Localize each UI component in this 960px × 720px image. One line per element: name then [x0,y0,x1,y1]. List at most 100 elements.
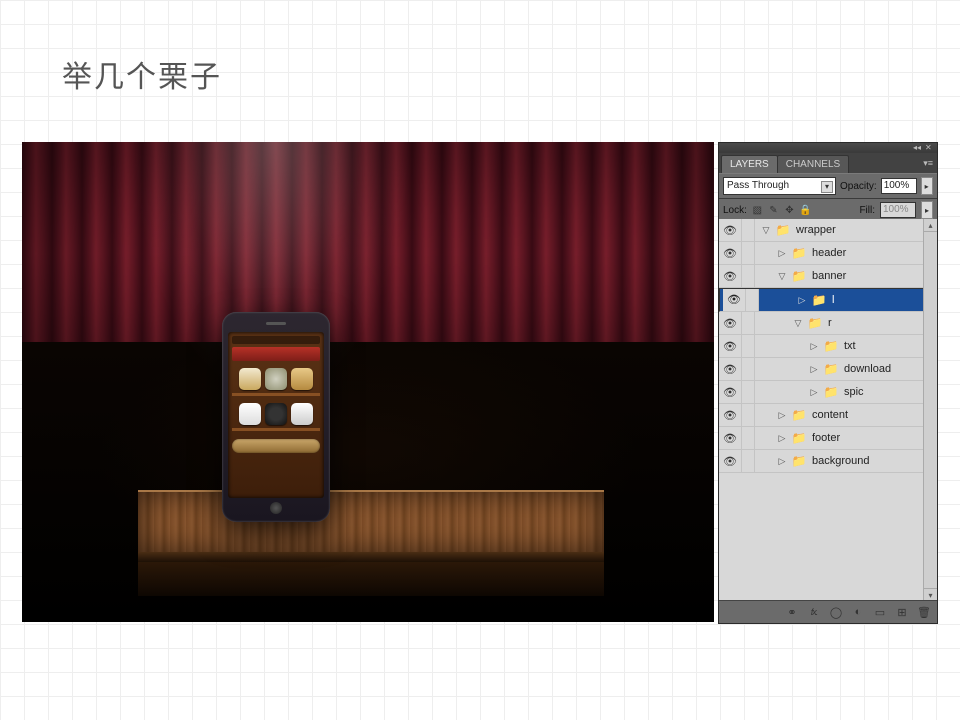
disclosure-triangle-icon[interactable]: ▽ [793,318,803,329]
panel-menu-icon[interactable]: ▾≡ [923,158,933,169]
tab-layers[interactable]: LAYERS [721,155,778,173]
link-column [742,242,755,264]
panel-tabs: LAYERS CHANNELS ▾≡ [719,153,937,173]
page-title: 举几个栗子 [62,52,222,96]
folder-icon: 📁 [823,386,839,398]
opacity-field[interactable]: 100% [881,178,917,194]
tree-scrollbar[interactable]: ▴ ▾ [923,219,937,601]
visibility-eye-icon[interactable]: 👁 [719,335,742,357]
disclosure-triangle-icon[interactable]: ▷ [809,341,819,352]
layer-row-content[interactable]: 👁 ▷ 📁 content [719,404,937,427]
lock-all-icon[interactable]: 🔒 [800,205,811,216]
panel-window-strip: ◂◂ ✕ [719,143,937,153]
layer-row-header[interactable]: 👁 ▷ 📁 header [719,242,937,265]
blend-opacity-row: Pass Through ▾ Opacity: 100% ▸ [719,173,937,199]
folder-icon: 📁 [791,432,807,444]
layer-row-txt[interactable]: 👁▷📁txt [719,335,937,358]
new-layer-icon[interactable]: ⊞ [895,605,909,619]
disclosure-triangle-icon[interactable]: ▷ [809,387,819,398]
new-group-icon[interactable]: ▭ [873,605,887,619]
folder-icon: 📁 [791,247,807,259]
link-column [742,404,755,426]
layer-tree: 👁▽📁wrapper👁▷📁header👁▽📁banner👁▷📁l👁▽📁r👁▷📁t… [719,219,937,601]
visibility-eye-icon[interactable]: 👁 [719,427,742,449]
visibility-eye-icon[interactable]: 👁 [719,404,742,426]
scroll-up-icon[interactable]: ▴ [924,219,937,232]
layers-panel: ◂◂ ✕ LAYERS CHANNELS ▾≡ Pass Through ▾ O… [718,142,938,624]
disclosure-triangle-icon[interactable]: ▽ [761,225,771,236]
panel-collapse-icon[interactable]: ◂◂ [913,144,921,152]
fill-label: Fill: [859,205,875,216]
lock-position-icon[interactable]: ✥ [784,205,795,216]
layer-row-background[interactable]: 👁 ▷ 📁 background [719,450,937,473]
layer-name: r [827,317,832,329]
layer-name: l [831,292,834,308]
layer-name: background [811,455,870,467]
lock-paint-icon[interactable]: ✎ [768,205,779,216]
visibility-eye-icon[interactable]: 👁 [719,242,742,264]
disclosure-triangle-icon[interactable]: ▷ [777,433,787,444]
layer-name: content [811,409,848,421]
phone-screen [228,332,324,498]
folder-icon: 📁 [823,363,839,375]
layer-row-r[interactable]: 👁▽📁r [719,312,937,335]
disclosure-triangle-icon[interactable]: ▷ [777,248,787,259]
folder-icon: 📁 [791,455,807,467]
layer-name: footer [811,432,840,444]
fill-field[interactable]: 100% [880,202,916,218]
layer-name: download [843,363,891,375]
disclosure-triangle-icon[interactable]: ▷ [809,364,819,375]
layer-row-wrapper[interactable]: 👁▽📁wrapper [719,219,937,242]
layer-row-banner[interactable]: 👁 ▽ 📁 banner [719,265,937,288]
blend-mode-value: Pass Through [727,180,789,191]
visibility-eye-icon[interactable]: 👁 [719,450,742,472]
disclosure-triangle-icon[interactable]: ▷ [777,456,787,467]
link-column [742,427,755,449]
lock-label: Lock: [723,205,747,216]
visibility-eye-icon[interactable]: 👁 [723,289,746,311]
folder-icon: 📁 [811,294,827,306]
link-column [742,335,755,357]
wooden-platform [138,490,604,594]
layer-name: spic [843,386,864,398]
layer-name: banner [811,270,846,282]
folder-icon: 📁 [791,270,807,282]
link-column [742,312,755,334]
visibility-eye-icon[interactable]: 👁 [719,265,742,287]
link-layers-icon[interactable]: ⚭ [785,605,799,619]
link-column [742,265,755,287]
visibility-eye-icon[interactable]: 👁 [719,312,742,334]
disclosure-triangle-icon[interactable]: ▽ [777,271,787,282]
layer-row-spic[interactable]: 👁 ▷ 📁 spic [719,381,937,404]
layer-row-download[interactable]: 👁 ▷ 📁 download [719,358,937,381]
layer-row-footer[interactable]: 👁 ▷ 📁 footer [719,427,937,450]
link-column [742,358,755,380]
blend-mode-select[interactable]: Pass Through ▾ [723,177,836,195]
opacity-stepper[interactable]: ▸ [921,177,933,195]
visibility-eye-icon[interactable]: 👁 [719,381,742,403]
opacity-label: Opacity: [840,181,877,192]
layer-row-l[interactable]: 👁 ▷ 📁 l [719,288,937,312]
visibility-eye-icon[interactable]: 👁 [719,219,742,241]
panel-bottom-bar: ⚭ fx. ◯ ◐ ▭ ⊞ 🗑 [719,600,937,623]
fill-stepper[interactable]: ▸ [921,201,933,219]
disclosure-triangle-icon[interactable]: ▷ [777,410,787,421]
layer-name: wrapper [795,224,836,236]
layer-name: txt [843,340,856,352]
layer-fx-icon[interactable]: fx. [807,605,821,619]
adjustment-layer-icon[interactable]: ◐ [851,605,865,619]
link-column [742,219,755,241]
tab-channels[interactable]: CHANNELS [777,155,849,173]
layer-mask-icon[interactable]: ◯ [829,605,843,619]
visibility-eye-icon[interactable]: 👁 [719,358,742,380]
phone-mockup [222,312,330,522]
link-column [746,289,759,311]
panel-close-icon[interactable]: ✕ [925,144,933,152]
disclosure-triangle-icon[interactable]: ▷ [797,292,807,308]
folder-icon: 📁 [791,409,807,421]
link-column [742,381,755,403]
layer-name: header [811,247,846,259]
delete-layer-icon[interactable]: 🗑 [917,605,931,619]
lock-transparency-icon[interactable]: ▧ [752,205,763,216]
chevron-down-icon: ▾ [821,181,833,193]
